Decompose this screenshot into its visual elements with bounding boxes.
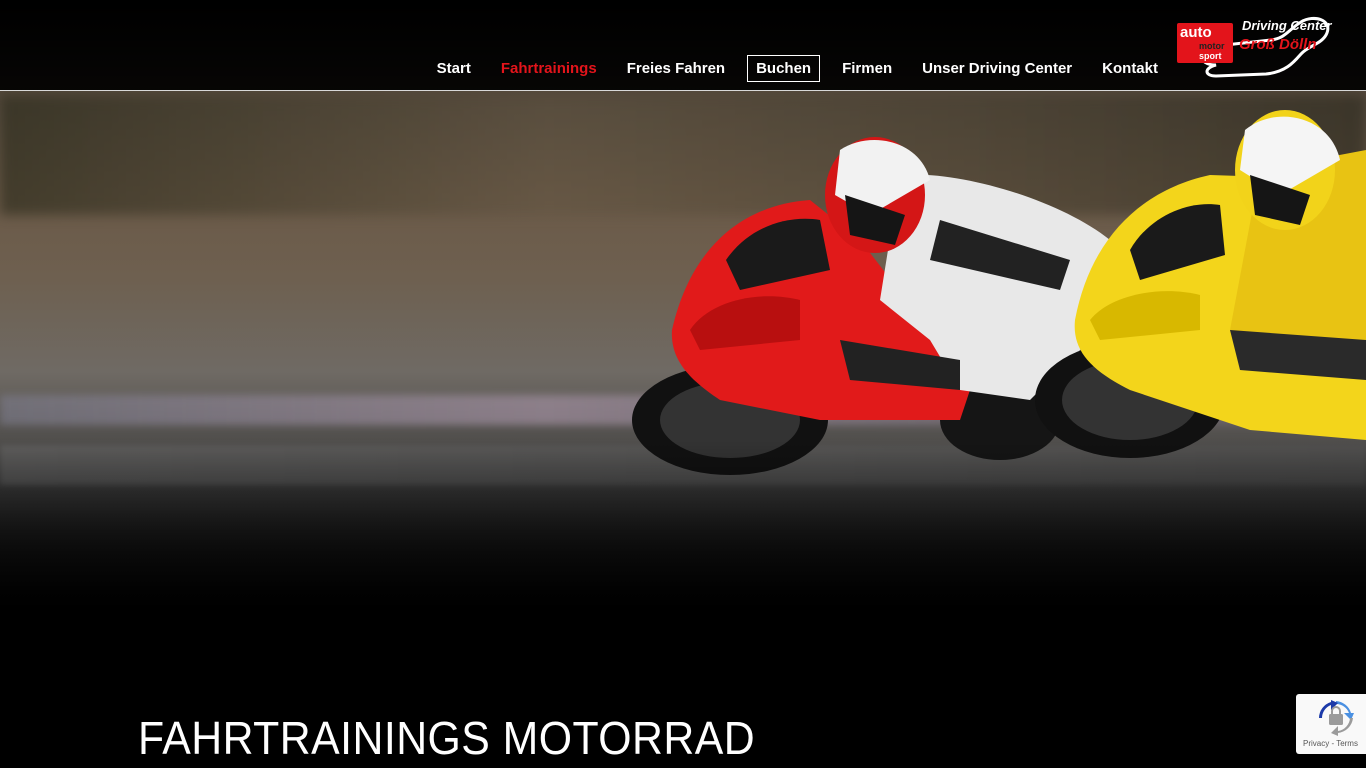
logo-brand-line1: auto	[1180, 24, 1212, 41]
nav-item-firmen[interactable]: Firmen	[834, 56, 900, 81]
site-logo[interactable]: auto motor sport Driving Center Groß Döl…	[1176, 10, 1336, 80]
nav-item-unser-driving-center[interactable]: Unser Driving Center	[914, 56, 1080, 81]
nav-item-kontakt[interactable]: Kontakt	[1094, 56, 1166, 81]
nav-item-freies-fahren[interactable]: Freies Fahren	[619, 56, 733, 81]
hero-image	[0, 0, 1366, 620]
nav-item-fahrtrainings[interactable]: Fahrtrainings	[493, 56, 605, 81]
recaptcha-links[interactable]: Privacy - Terms	[1303, 739, 1358, 748]
site-header: Start Fahrtrainings Freies Fahren Buchen…	[0, 0, 1366, 91]
recaptcha-badge[interactable]: Privacy - Terms	[1296, 694, 1366, 754]
nav-item-start[interactable]: Start	[429, 56, 479, 81]
logo-title-line1: Driving Center	[1242, 18, 1332, 33]
hero-fade	[0, 440, 1366, 620]
nav-item-buchen[interactable]: Buchen	[747, 55, 821, 82]
yellow-rider	[1230, 110, 1366, 380]
logo-title-line2: Groß Dölln	[1239, 36, 1317, 53]
main-navigation: Start Fahrtrainings Freies Fahren Buchen…	[415, 55, 1166, 82]
logo-brand-line2: motor	[1199, 41, 1225, 51]
page-title: FAHRTRAININGS MOTORRAD	[138, 711, 756, 764]
logo-brand-line3: sport	[1199, 51, 1222, 61]
auto-motor-sport-badge: auto motor sport	[1177, 23, 1233, 63]
recaptcha-icon	[1319, 700, 1354, 736]
